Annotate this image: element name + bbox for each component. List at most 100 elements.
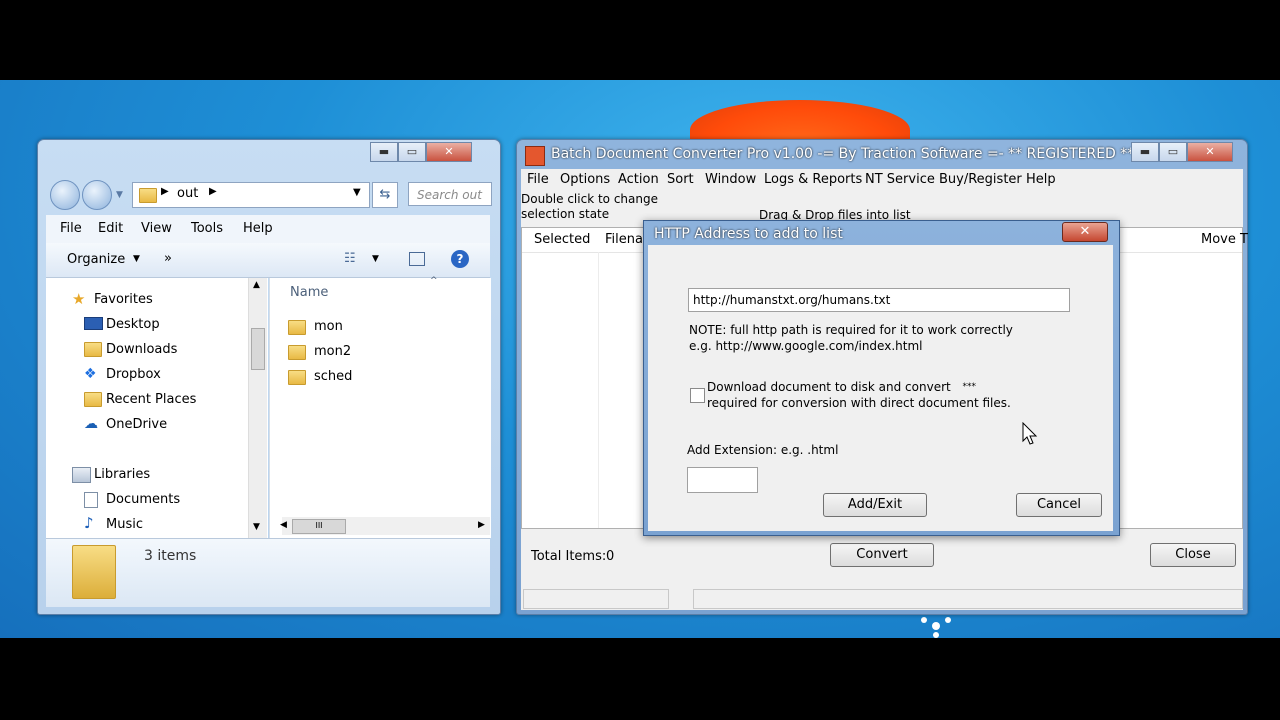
maximize-button[interactable]: ▭	[1159, 142, 1187, 162]
scroll-thumb[interactable]: III	[292, 519, 346, 534]
folder-icon	[288, 370, 306, 385]
column-header-name[interactable]: Name	[290, 285, 328, 300]
close-button[interactable]: ✕	[426, 142, 472, 162]
refresh-button[interactable]: ⇆	[372, 182, 398, 208]
view-dropdown-icon[interactable]: ▼	[372, 254, 379, 264]
folder-large-icon	[72, 545, 116, 599]
address-bar[interactable]: ▶ out ▶ ▼	[132, 182, 370, 208]
breadcrumb-out[interactable]: out	[177, 186, 198, 201]
help-icon[interactable]: ?	[451, 250, 469, 268]
nav-item-onedrive[interactable]: ☁ OneDrive	[84, 415, 168, 435]
download-stars: ***	[962, 382, 977, 392]
menu-help[interactable]: Help	[1026, 172, 1056, 187]
menu-bar: File Edit View Tools Help	[46, 215, 490, 243]
mouse-cursor-icon	[1022, 422, 1038, 445]
add-exit-button[interactable]: Add/Exit	[823, 493, 927, 517]
nav-favorites[interactable]: ★ Favorites	[72, 290, 153, 310]
nav-libraries-label: Libraries	[94, 467, 151, 482]
breadcrumb-arrow-icon[interactable]: ▶	[209, 186, 217, 197]
minimize-button[interactable]: ▬	[370, 142, 398, 162]
scroll-down-icon[interactable]: ▼	[253, 522, 260, 532]
file-list: Name ^ mon mon2 sched	[269, 276, 491, 538]
sort-arrow-icon: ^	[430, 276, 438, 286]
menu-options[interactable]: Options	[560, 172, 610, 187]
address-dropdown-icon[interactable]: ▼	[353, 187, 361, 198]
minimize-button[interactable]: ▬	[1131, 142, 1159, 162]
dialog-title: HTTP Address to add to list	[654, 226, 843, 242]
column-move-to[interactable]: Move T	[1201, 232, 1248, 247]
onedrive-icon: ☁	[84, 416, 98, 432]
scroll-right-icon[interactable]: ▶	[478, 520, 485, 530]
note-example: e.g. http://www.google.com/index.html	[689, 339, 923, 353]
convert-button[interactable]: Convert	[830, 543, 934, 567]
horizontal-scrollbar[interactable]: ◀ III ▶	[280, 517, 490, 535]
menu-help[interactable]: Help	[243, 221, 273, 236]
organize-dropdown-icon[interactable]: ▼	[133, 254, 140, 264]
nav-item-label: OneDrive	[106, 417, 168, 432]
download-checkbox[interactable]	[690, 388, 705, 403]
file-name: mon	[314, 319, 343, 334]
breadcrumb-arrow-icon[interactable]: ▶	[161, 186, 169, 197]
star-icon: ★	[72, 290, 86, 308]
status-panel	[523, 589, 669, 609]
organize-button[interactable]: Organize	[67, 252, 125, 267]
nav-item-documents[interactable]: Documents	[84, 490, 180, 510]
preview-pane-icon[interactable]	[409, 252, 425, 266]
nav-item-label: Recent Places	[106, 392, 197, 407]
dialog-body: http://humanstxt.org/humans.txt NOTE: fu…	[648, 245, 1113, 531]
cancel-button[interactable]: Cancel	[1016, 493, 1102, 517]
menu-view[interactable]: View	[141, 221, 172, 236]
explorer-window: ▬ ▭ ✕ ▼ ▶ out ▶ ▼ ⇆ Search out File Edit…	[37, 139, 501, 615]
menu-window[interactable]: Window	[705, 172, 756, 187]
close-app-button[interactable]: Close	[1150, 543, 1236, 567]
close-button[interactable]: ✕	[1187, 142, 1233, 162]
window-title: Batch Document Converter Pro v1.00 -= By…	[551, 146, 1135, 162]
http-address-dialog: HTTP Address to add to list ✕ http://hum…	[643, 220, 1120, 536]
menu-bar: File Options Action Sort Window Logs & R…	[521, 169, 1243, 191]
menu-sort[interactable]: Sort	[667, 172, 694, 187]
maximize-button[interactable]: ▭	[398, 142, 426, 162]
menu-logs-reports[interactable]: Logs & Reports	[764, 172, 862, 187]
nav-item-dropbox[interactable]: ❖ Dropbox	[84, 365, 161, 385]
column-selected[interactable]: Selected	[534, 232, 590, 247]
nav-item-label: Downloads	[106, 342, 178, 357]
view-options-icon[interactable]: ☷	[344, 251, 356, 266]
extension-input[interactable]	[687, 467, 758, 493]
app-icon[interactable]	[525, 146, 545, 166]
download-label: Download document to disk and convert **…	[707, 379, 976, 395]
nav-item-music[interactable]: ♪ Music	[84, 514, 143, 535]
url-input[interactable]: http://humanstxt.org/humans.txt	[688, 288, 1070, 312]
scroll-thumb[interactable]	[251, 328, 265, 370]
nav-libraries[interactable]: Libraries	[72, 465, 151, 485]
menu-action[interactable]: Action	[618, 172, 659, 187]
command-bar: Organize ▼ » ☷ ▼ ?	[46, 243, 490, 278]
more-commands-button[interactable]: »	[164, 251, 172, 266]
scroll-up-icon[interactable]: ▲	[253, 280, 260, 290]
nav-item-label: Music	[106, 517, 143, 532]
folder-icon	[288, 345, 306, 360]
download-note: required for conversion with direct docu…	[707, 396, 1011, 410]
nav-item-downloads[interactable]: Downloads	[84, 340, 178, 360]
nav-item-recent-places[interactable]: Recent Places	[84, 390, 197, 410]
dialog-close-button[interactable]: ✕	[1062, 222, 1108, 242]
downloads-icon	[84, 342, 102, 357]
nav-scrollbar[interactable]: ▲ ▼	[248, 278, 267, 538]
scroll-left-icon[interactable]: ◀	[280, 520, 287, 530]
menu-nt-service[interactable]: NT Service	[865, 172, 935, 187]
navigation-pane: ★ Favorites Desktop Downloads ❖ Dropbox …	[46, 278, 268, 538]
menu-buy-register[interactable]: Buy/Register	[939, 172, 1022, 187]
documents-icon	[84, 492, 98, 508]
dropbox-icon: ❖	[84, 366, 97, 382]
back-button[interactable]	[50, 180, 80, 210]
search-input[interactable]: Search out	[408, 182, 492, 206]
menu-edit[interactable]: Edit	[98, 221, 123, 236]
menu-file[interactable]: File	[527, 172, 549, 187]
recent-pages-icon[interactable]: ▼	[116, 190, 123, 200]
forward-button[interactable]	[82, 180, 112, 210]
details-pane: 3 items	[46, 538, 490, 607]
download-label-text: Download document to disk and convert	[707, 380, 951, 394]
menu-file[interactable]: File	[60, 221, 82, 236]
nav-item-desktop[interactable]: Desktop	[84, 315, 160, 335]
menu-tools[interactable]: Tools	[191, 221, 223, 236]
nav-item-label: Dropbox	[106, 367, 161, 382]
